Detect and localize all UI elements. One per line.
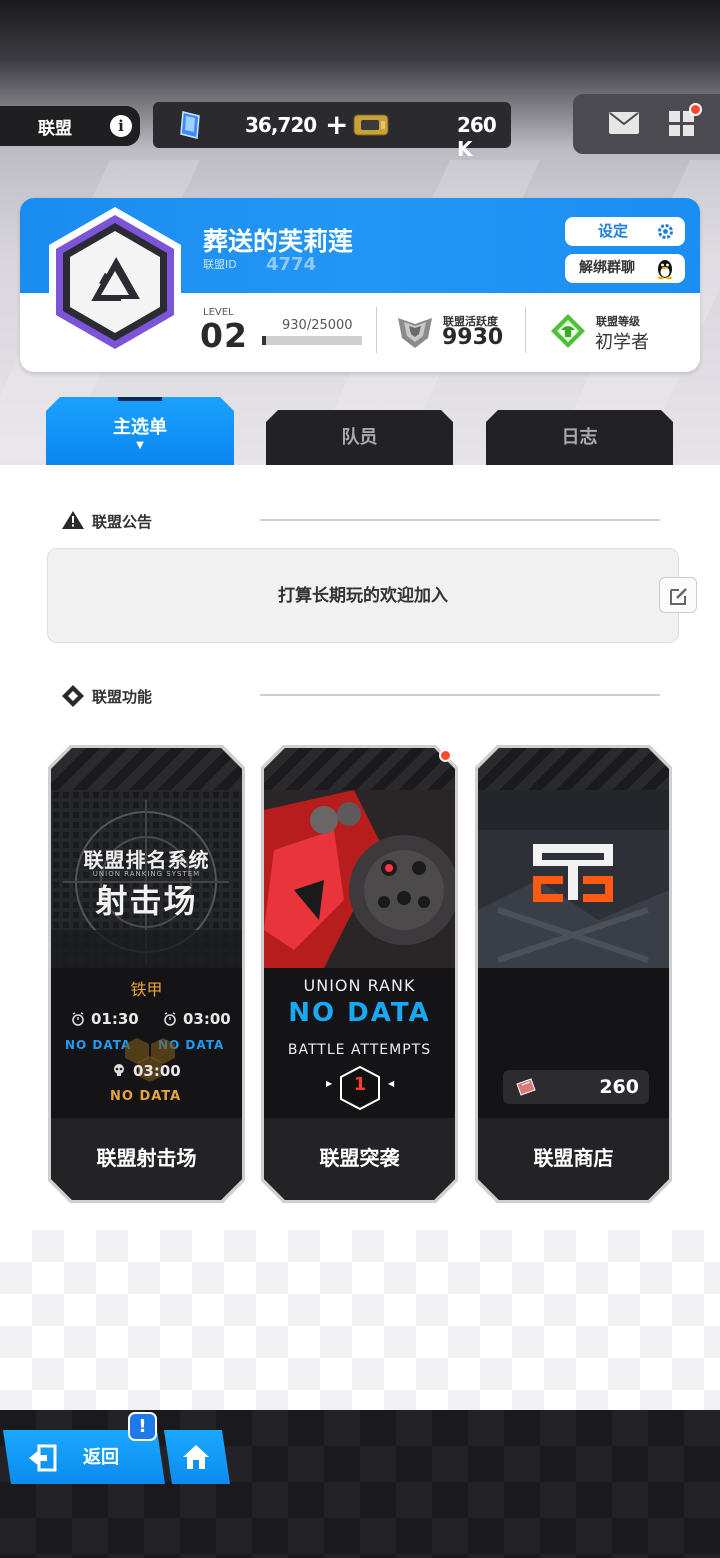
attempts-count: 1 <box>353 1074 367 1095</box>
hazard-stripe <box>478 748 669 790</box>
shooting-range-title: 射击场 <box>95 882 198 920</box>
guild-name: 葬送的芙莉莲 <box>203 227 354 256</box>
union-raid-image <box>264 790 455 968</box>
divider <box>525 307 526 353</box>
function-diamond-icon <box>62 685 84 707</box>
back-label: 返回 <box>83 1447 119 1468</box>
arrow-left-icon: ◀ <box>388 1079 395 1088</box>
exp-progress-fill <box>262 336 266 345</box>
home-icon <box>183 1445 209 1469</box>
level-value: 02 <box>200 316 248 355</box>
mail-icon[interactable] <box>609 112 639 134</box>
unbind-group-button[interactable]: 解绑群聊 <box>565 254 685 283</box>
time-slot-2: 03:00 <box>183 1010 231 1028</box>
notification-dot <box>689 103 702 116</box>
rank-badge-icon <box>551 314 585 348</box>
raid-notification-dot <box>439 749 452 762</box>
gem-count: 36,720 <box>245 113 317 137</box>
announcement-text: 打算长期玩的欢迎加入 <box>278 586 448 606</box>
union-shop-card[interactable]: 260 联盟商店 <box>475 745 672 1203</box>
time-slot-3: 03:00 <box>133 1062 181 1080</box>
shop-currency: 260 <box>503 1070 649 1104</box>
tab-members[interactable]: 队员 <box>266 410 453 465</box>
functions-title: 联盟功能 <box>92 688 153 706</box>
tab-log[interactable]: 日志 <box>486 410 673 465</box>
rank-value: 初学者 <box>595 332 649 353</box>
hazard-stripe <box>51 748 242 790</box>
battle-attempts-label: BATTLE ATTEMPTS <box>287 1042 432 1058</box>
shooting-range-label: 联盟射击场 <box>51 1118 242 1200</box>
edit-announcement-button[interactable] <box>659 577 697 613</box>
union-raid-label: 联盟突袭 <box>264 1118 455 1200</box>
announcement-box: 打算长期玩的欢迎加入 <box>47 548 679 643</box>
alarm-clock-icon <box>72 1012 84 1026</box>
shooting-range-card[interactable]: 联盟排名系统 UNION RANKING SYSTEM 射击场 铁甲 01:30… <box>48 745 245 1203</box>
divider <box>376 307 377 353</box>
ranking-system-title: 联盟排名系统 <box>83 848 210 872</box>
activity-shield-icon <box>398 318 432 348</box>
slot-1-nodata: NO DATA <box>65 1038 132 1052</box>
tier-label: 铁甲 <box>130 980 163 999</box>
top-right-panel <box>573 94 720 154</box>
slot-3-nodata: NO DATA <box>110 1089 182 1104</box>
caret-down-icon: ▼ <box>136 440 144 451</box>
rank-label: 联盟等级 <box>596 315 640 328</box>
gear-icon <box>658 224 673 239</box>
unbind-label: 解绑群聊 <box>579 260 635 276</box>
announcement-title: 联盟公告 <box>92 513 153 531</box>
card-inner: 联盟排名系统 UNION RANKING SYSTEM 射击场 铁甲 01:30… <box>51 748 242 1200</box>
settings-button[interactable]: 设定 <box>565 217 685 246</box>
tab-main-menu[interactable]: 主选单 ▼ <box>46 397 234 465</box>
time-slot-1: 01:30 <box>91 1010 139 1028</box>
credit-icon <box>353 114 389 136</box>
union-rank-value: NO DATA <box>288 998 431 1028</box>
exit-arrow-icon <box>29 1444 57 1472</box>
exp-text: 930/25000 <box>282 318 353 333</box>
skull-icon <box>114 1064 124 1076</box>
guild-emblem-icon <box>49 207 181 357</box>
warning-icon <box>62 511 84 529</box>
alert-badge[interactable]: ! <box>128 1412 157 1441</box>
credit-count: 260 K <box>457 113 497 161</box>
guild-id-label: 联盟ID <box>203 258 237 271</box>
gem-icon <box>180 111 200 139</box>
tab-indicator <box>118 397 162 401</box>
union-shop-label: 联盟商店 <box>478 1118 669 1200</box>
info-icon[interactable]: i <box>110 115 132 137</box>
hazard-stripe <box>264 748 455 790</box>
card-inner: UNION RANK NO DATA BATTLE ATTEMPTS ▶ 1 ◀… <box>264 748 455 1200</box>
tab-members-label: 队员 <box>341 427 378 448</box>
tab-log-label: 日志 <box>561 427 598 448</box>
guild-title-tab: 联盟 i <box>0 106 140 146</box>
guild-id: 4774 <box>266 254 317 275</box>
add-gems-button[interactable]: + <box>325 108 348 141</box>
section-divider <box>260 694 660 696</box>
union-rank-label: UNION RANK <box>303 976 416 995</box>
alarm-clock-icon <box>164 1012 176 1026</box>
union-raid-card[interactable]: UNION RANK NO DATA BATTLE ATTEMPTS ▶ 1 ◀… <box>261 745 458 1203</box>
section-divider <box>260 519 660 521</box>
home-button[interactable] <box>164 1430 230 1484</box>
exp-progress-bar <box>262 336 362 345</box>
tab-main-menu-label: 主选单 <box>113 417 167 438</box>
edit-icon <box>670 588 687 605</box>
guild-tab-label: 联盟 <box>38 118 72 139</box>
shop-currency-value: 260 <box>599 1076 639 1098</box>
content-pattern <box>0 1230 720 1410</box>
qq-penguin-icon <box>658 260 672 280</box>
card-inner: 260 联盟商店 <box>478 748 669 1200</box>
arrow-right-icon: ▶ <box>326 1079 333 1088</box>
settings-label: 设定 <box>598 222 629 240</box>
activity-value: 9930 <box>442 325 504 350</box>
currency-bar: 36,720 + 260 K <box>153 102 511 161</box>
shop-ticket-icon <box>516 1078 536 1096</box>
union-shop-image <box>478 790 669 968</box>
